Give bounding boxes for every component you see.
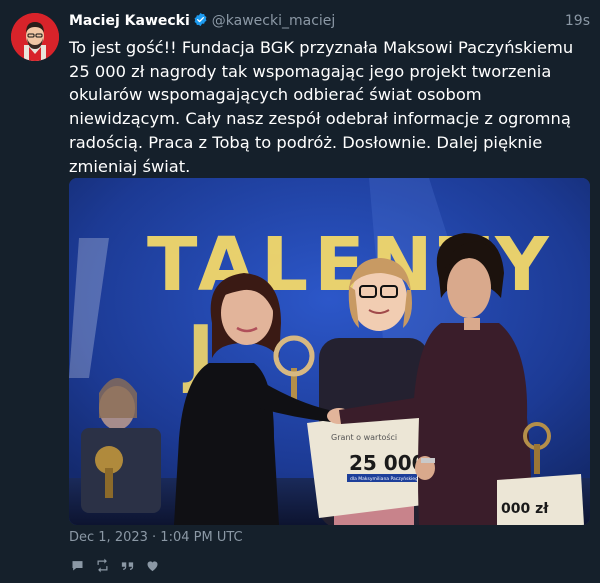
cheque-amount: 25 000 (349, 451, 426, 475)
tweet-actions (69, 556, 169, 574)
tweet-date[interactable]: Dec 1, 2023 · 1:04 PM UTC (69, 529, 243, 547)
tweet-header: Maciej Kawecki @kawecki_maciej 19s (69, 11, 590, 31)
reply-icon[interactable] (69, 557, 85, 573)
author-name[interactable]: Maciej Kawecki (69, 13, 190, 29)
tweet: Maciej Kawecki @kawecki_maciej 19s To jes… (0, 0, 600, 583)
cheque-right-amount: 000 zł (501, 501, 549, 517)
author-handle[interactable]: @kawecki_maciej (212, 13, 336, 29)
cheque-name: dla Maksymiliana Paczyńskiego (350, 475, 421, 482)
cheque-caption: Grant o wartości (331, 432, 397, 442)
like-icon[interactable] (144, 557, 160, 573)
tweet-text: To jest gość!! Fundacja BGK przyznała Ma… (69, 38, 574, 176)
retweet-icon[interactable] (94, 557, 110, 573)
relative-time[interactable]: 19s (565, 11, 590, 31)
avatar[interactable] (11, 13, 59, 61)
quote-icon[interactable] (119, 557, 135, 573)
verified-badge-icon (193, 12, 208, 27)
tweet-photo[interactable]: TALENTY J Grant o wartości 25 000 dla Ma… (69, 178, 590, 525)
